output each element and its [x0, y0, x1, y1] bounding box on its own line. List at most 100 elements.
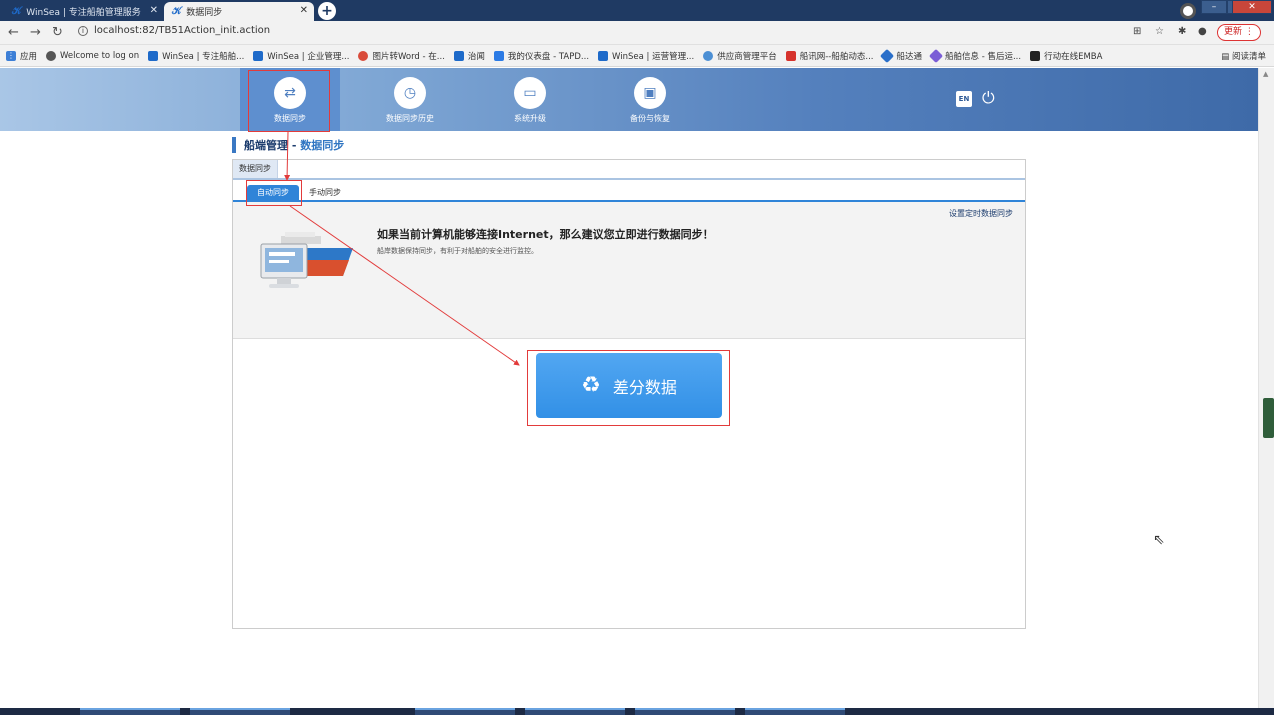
diamond-icon [928, 48, 944, 63]
back-icon[interactable]: ← [8, 25, 19, 40]
side-handle[interactable] [1263, 398, 1274, 438]
browser-tab-sync[interactable]: 𝒦 数据同步 ✕ [164, 2, 314, 21]
update-button[interactable]: 更新 ⋮ [1217, 24, 1261, 41]
mouse-cursor-icon: ⇖ [1153, 532, 1165, 548]
sync-headline: 如果当前计算机能够连接Internet，那么建议您立即进行数据同步！ [377, 228, 714, 241]
bookmark-item[interactable]: 船达通 [880, 48, 922, 63]
globe-icon [46, 50, 57, 61]
nav-label: 系统升级 [514, 114, 546, 123]
minimize-icon[interactable]: – [1201, 0, 1227, 14]
update-label: 更新 [1224, 27, 1243, 37]
winsea-icon [453, 50, 464, 61]
close-tab-icon[interactable]: ✕ [300, 5, 308, 16]
winsea-icon: 𝒦 [172, 6, 182, 17]
winsea-icon [148, 50, 159, 61]
power-icon[interactable]: ⏻ [982, 88, 995, 108]
ship-icon [785, 50, 796, 61]
bookmark-item[interactable]: 供应商管理平台 [703, 50, 777, 62]
bookmark-item[interactable]: 图片转Word - 在... [358, 50, 445, 62]
os-taskbar [0, 708, 1274, 715]
breadcrumb-current: 数据同步 [300, 139, 345, 152]
page-title: 船端管理 - 数据同步 [232, 137, 344, 153]
winsea-icon: 𝒦 [12, 6, 22, 17]
breadcrumb-separator: - [288, 139, 301, 152]
bookmark-label: 船讯网--船舶动态... [799, 51, 874, 62]
image-icon [358, 50, 369, 61]
bookmark-label: WinSea | 运营管理... [612, 51, 695, 62]
new-tab-button[interactable]: + [318, 2, 336, 20]
bookmark-label: WinSea | 专注船舶... [162, 51, 245, 62]
browser-tab-bar: 𝒦 WinSea | 专注船舶管理服务 ✕ 𝒦 数据同步 ✕ + – □ ✕ [0, 0, 1274, 21]
bookmark-label: 供应商管理平台 [717, 51, 777, 62]
app-header: ⇄ 数据同步 ◷ 数据同步历史 ▭ 系统升级 ▣ 备份与恢复 [0, 68, 1258, 131]
tab-title: 数据同步 [186, 8, 223, 18]
bookmark-label: 图片转Word - 在... [372, 51, 445, 62]
annotation-box-button [527, 350, 730, 426]
bookmark-label: 船达通 [896, 51, 922, 62]
taskbar-item[interactable] [190, 708, 290, 715]
bookmark-label: 治闻 [467, 51, 485, 62]
bookmark-label: WinSea | 企业管理... [267, 51, 350, 62]
annotation-box-nav [248, 70, 330, 132]
close-window-icon[interactable]: ✕ [1232, 0, 1272, 14]
language-toggle[interactable]: EN [956, 91, 972, 107]
translate-icon[interactable]: ⊞ [1133, 26, 1141, 37]
tab-title: WinSea | 专注船舶管理服务 [26, 8, 141, 18]
scroll-up-icon[interactable]: ▲ [1263, 70, 1268, 78]
taskbar-item[interactable] [415, 708, 515, 715]
annotation-box-subtab [246, 180, 302, 206]
bookmark-item[interactable]: 船讯网--船舶动态... [785, 50, 874, 62]
scrollbar[interactable]: ▲ [1258, 68, 1274, 708]
ship-computer-illustration [260, 232, 353, 288]
emba-icon [1030, 50, 1041, 61]
taskbar-item[interactable] [80, 708, 180, 715]
bookmark-label: 我的仪表盘 - TAPD... [507, 51, 590, 62]
nav-backup-restore[interactable]: ▣ 备份与恢复 [600, 68, 700, 131]
bookmark-item[interactable]: WinSea | 企业管理... [253, 50, 349, 62]
bookmark-item[interactable]: Welcome to log on [46, 50, 139, 61]
bookmark-item[interactable]: 治闻 [453, 50, 485, 62]
disk-icon: ▣ [634, 77, 666, 109]
extensions-icon[interactable]: ✱ [1178, 26, 1186, 37]
bookmark-item[interactable]: WinSea | 运营管理... [598, 50, 694, 62]
forward-icon[interactable]: → [30, 25, 41, 40]
bookmark-item[interactable]: 船舶信息 - 售后运... [928, 48, 1022, 63]
bookmark-item[interactable]: 行动在线EMBA [1030, 50, 1102, 62]
panel-tab-data-sync[interactable]: 数据同步 [233, 160, 278, 178]
bookmark-label: 船舶信息 - 售后运... [945, 51, 1022, 62]
monitor-icon: ▭ [514, 77, 546, 109]
info-icon[interactable]: i [78, 26, 88, 36]
window-close: ✕ [1232, 0, 1272, 14]
nav-sync-history[interactable]: ◷ 数据同步历史 [360, 68, 460, 131]
dashboard-icon [493, 50, 504, 61]
sync-subline: 船岸数据保持同步，有利于对船舶的安全进行监控。 [377, 247, 538, 255]
bookmark-label: 行动在线EMBA [1044, 51, 1103, 62]
nav-label: 备份与恢复 [630, 114, 670, 123]
profile-icon[interactable] [1180, 3, 1196, 19]
close-tab-icon[interactable]: ✕ [150, 5, 158, 16]
taskbar-item[interactable] [635, 708, 735, 715]
bookmark-item[interactable]: ⋮ 应用 [6, 50, 37, 62]
reading-list[interactable]: ▤ 阅读清单 [1221, 50, 1266, 62]
nav-system-upgrade[interactable]: ▭ 系统升级 [480, 68, 580, 131]
bookmark-label: 应用 [20, 51, 38, 62]
gear-icon [703, 50, 714, 61]
browser-tab-winsea[interactable]: 𝒦 WinSea | 专注船舶管理服务 ✕ [4, 2, 164, 21]
bookmark-item[interactable]: 我的仪表盘 - TAPD... [493, 50, 590, 62]
schedule-sync-link[interactable]: 设置定时数据同步 [949, 208, 1013, 219]
taskbar-item[interactable] [745, 708, 845, 715]
bookmark-item[interactable]: WinSea | 专注船舶... [148, 50, 244, 62]
breadcrumb-main: 船端管理 [244, 139, 288, 152]
tab-manual-sync[interactable]: 手动同步 [299, 185, 351, 201]
reading-list-label: 阅读清单 [1231, 52, 1266, 62]
bookmarks-bar: ⋮ 应用 Welcome to log on WinSea | 专注船舶... W… [0, 45, 1274, 67]
info-area: 设置定时数据同步 如果当前计算机能够连接Internet，那么建议您立即进行数据… [233, 202, 1025, 339]
diamond-icon [880, 48, 895, 63]
star-icon[interactable]: ☆ [1155, 26, 1164, 37]
winsea-icon [253, 50, 264, 61]
taskbar-item[interactable] [525, 708, 625, 715]
address-bar-row: ← → ↻ i localhost:82/TB51Action_init.acti… [0, 21, 1274, 45]
url-field[interactable]: i localhost:82/TB51Action_init.action [78, 25, 270, 36]
account-icon[interactable]: ● [1198, 26, 1207, 37]
reload-icon[interactable]: ↻ [52, 25, 63, 40]
